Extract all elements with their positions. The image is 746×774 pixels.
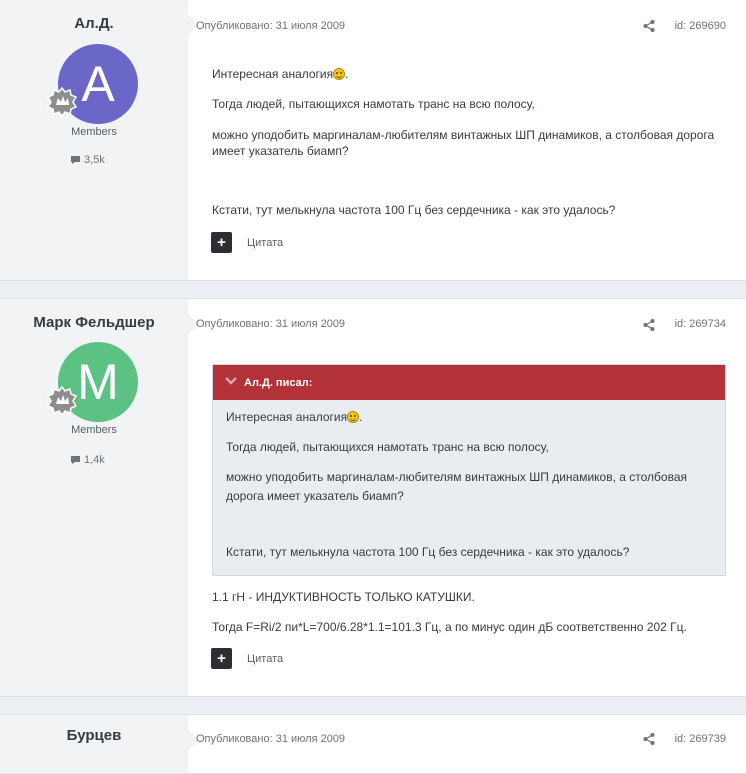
post-count: 3,5k xyxy=(70,154,105,166)
post-line: Кстати, тут мелькнула частота 100 Гц без… xyxy=(212,203,616,217)
post: Ал.Д. A Members 3,5k Опубликовано: 31 ию… xyxy=(0,0,746,281)
quote-title: Ал.Д. писал: xyxy=(244,377,313,389)
quote-button[interactable]: Цитата xyxy=(247,237,283,249)
chevron-down-icon[interactable] xyxy=(225,376,237,386)
member-group: Members xyxy=(71,126,117,138)
published-date[interactable]: Опубликовано: 31 июля 2009 xyxy=(196,20,345,32)
rank-badge-icon xyxy=(47,386,77,416)
post-count-value: 1,4k xyxy=(84,454,105,466)
comment-icon xyxy=(71,456,80,465)
author-name[interactable]: Ал.Д. xyxy=(0,15,188,32)
author-panel xyxy=(0,715,188,773)
smile-emoticon xyxy=(333,68,346,80)
post-line: Тогда F=Ri/2 пи*L=700/6.28*1.1=101.3 Гц,… xyxy=(212,620,687,634)
quote-line: можно уподобить маргиналам-любителям вин… xyxy=(226,470,688,503)
post: Марк Фельдшер M Members 1,4k Опубликован… xyxy=(0,298,746,697)
post: Бурцев Опубликовано: 31 июля 2009 id: 26… xyxy=(0,714,746,774)
published-date[interactable]: Опубликовано: 31 июля 2009 xyxy=(196,733,345,745)
post-id[interactable]: id: 269734 xyxy=(675,318,726,330)
quote-header[interactable]: Ал.Д. писал: xyxy=(213,365,725,400)
author-panel xyxy=(0,0,188,280)
share-icon[interactable] xyxy=(642,732,656,746)
author-name[interactable]: Марк Фельдшер xyxy=(0,314,188,331)
multiquote-plus-button[interactable]: + xyxy=(211,648,232,669)
post-id[interactable]: id: 269690 xyxy=(675,20,726,32)
quote-line: Интересная аналогия. xyxy=(226,410,363,424)
published-date[interactable]: Опубликовано: 31 июля 2009 xyxy=(196,318,345,330)
author-name[interactable]: Бурцев xyxy=(0,727,188,744)
quote-line: Тогда людей, пытающихся намотать транс н… xyxy=(226,440,549,454)
post-count-value: 3,5k xyxy=(84,154,105,166)
share-icon[interactable] xyxy=(642,318,656,332)
post-line: Тогда людей, пытающихся намотать транс н… xyxy=(212,97,535,111)
post-count: 1,4k xyxy=(70,454,105,466)
post-line: можно уподобить маргиналам-любителям вин… xyxy=(212,128,715,158)
quote-block: Ал.Д. писал: Интересная аналогия. Тогда … xyxy=(212,364,726,576)
quote-line: Кстати, тут мелькнула частота 100 Гц без… xyxy=(226,545,630,559)
member-group: Members xyxy=(71,424,117,436)
post-line: 1.1 гН - ИНДУКТИВНОСТЬ ТОЛЬКО КАТУШКИ. xyxy=(212,590,475,604)
smile-emoticon xyxy=(347,411,360,423)
multiquote-plus-button[interactable]: + xyxy=(211,232,232,253)
post-line: Интересная аналогия. xyxy=(212,67,349,81)
share-icon[interactable] xyxy=(642,19,656,33)
rank-badge-icon xyxy=(47,87,77,117)
post-id[interactable]: id: 269739 xyxy=(675,733,726,745)
quote-button[interactable]: Цитата xyxy=(247,653,283,665)
comment-icon xyxy=(71,156,80,165)
